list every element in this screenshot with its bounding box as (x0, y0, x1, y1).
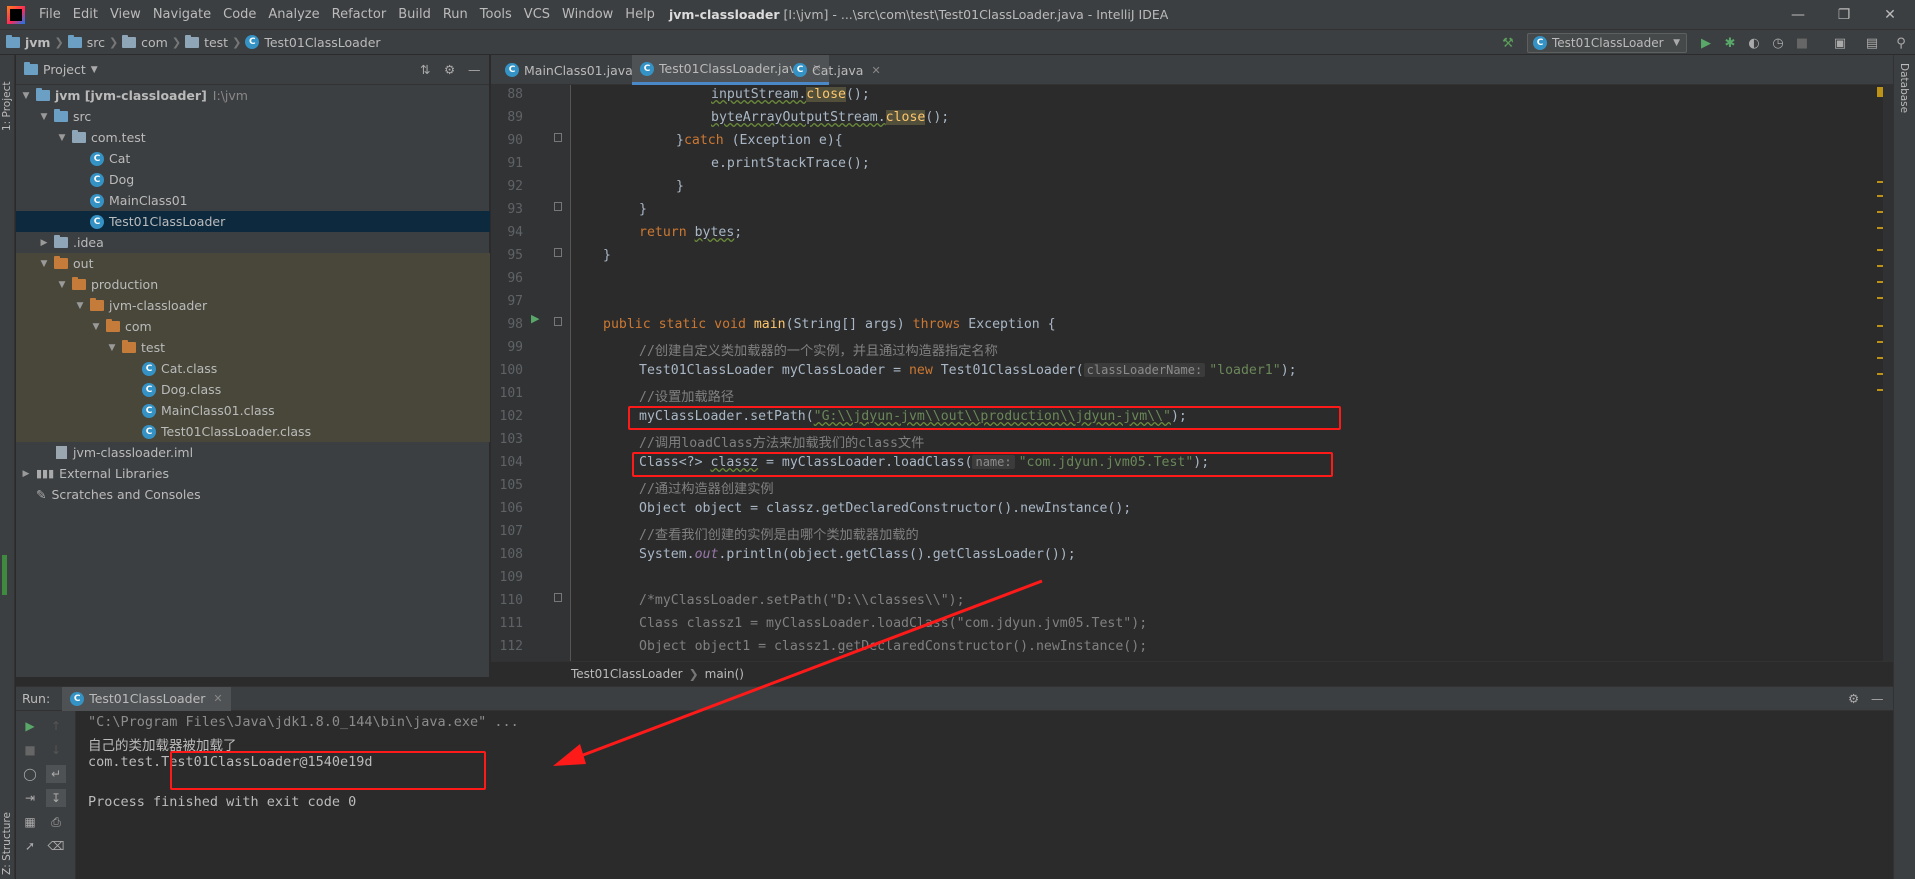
ide-window: File Edit View Navigate Code Analyze Ref… (0, 0, 1915, 879)
annotation-arrow (553, 579, 1043, 766)
